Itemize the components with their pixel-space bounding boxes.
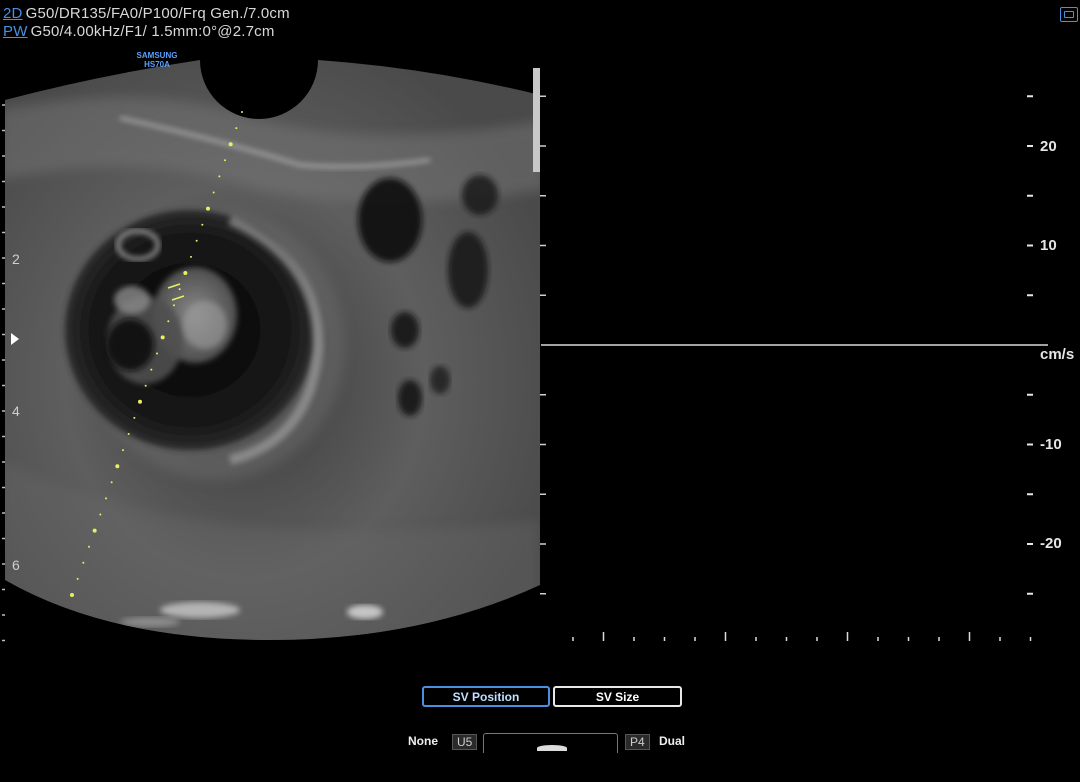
cursor-dot xyxy=(138,399,142,404)
cursor-dot xyxy=(160,335,165,340)
cursor-dot xyxy=(92,528,97,533)
cursor-dot xyxy=(183,271,188,275)
slider-knob[interactable] xyxy=(537,745,567,751)
pw-parameters: PW G50/4.00kHz/F1/ 1.5mm:0°@2.7cm xyxy=(3,23,275,40)
cursor-dot xyxy=(167,320,170,323)
cursor-dot xyxy=(218,175,221,178)
cursor-dot xyxy=(105,497,107,500)
cursor-dot xyxy=(195,239,198,242)
brand-logo: SAMSUNG HS70A xyxy=(130,51,184,69)
sv-size-button[interactable]: SV Size xyxy=(553,686,682,707)
velocity-label-neg20: -20 xyxy=(1040,535,1062,552)
cursor-dot xyxy=(212,191,215,194)
bmode-image xyxy=(5,60,540,640)
u5-button[interactable]: U5 xyxy=(452,734,478,750)
cursor-dot xyxy=(122,449,124,452)
setup-icon[interactable] xyxy=(1060,7,1078,22)
cursor-dot xyxy=(88,545,90,548)
brand-line2: HS70A xyxy=(144,60,170,69)
cursor-dot xyxy=(133,416,136,419)
cursor-dot xyxy=(224,159,226,162)
cursor-dot xyxy=(70,593,74,597)
cursor-dot xyxy=(144,384,147,387)
velocity-unit-label: cm/s xyxy=(1040,346,1075,363)
depth-label-6: 6 xyxy=(12,557,20,573)
cursor-dot xyxy=(235,127,238,130)
cursor-dot xyxy=(178,288,181,291)
velocity-label-10: 10 xyxy=(1040,237,1057,254)
cursor-dot xyxy=(156,352,158,355)
time-axis xyxy=(572,632,1032,641)
cursor-dot xyxy=(206,206,210,211)
depth-label-4: 4 xyxy=(12,403,20,419)
cursor-dot xyxy=(127,433,130,435)
dual-label: Dual xyxy=(659,734,686,748)
mode-2d-label[interactable]: 2D xyxy=(3,5,23,22)
bmode-parameters: 2D G50/DR135/FA0/P100/Frq Gen./7.0cm xyxy=(3,5,290,22)
cursor-dot xyxy=(115,464,120,469)
cursor-dot xyxy=(228,142,233,147)
cursor-dot xyxy=(201,223,204,226)
depth-scale xyxy=(2,104,5,642)
cursor-dot xyxy=(82,561,85,564)
sv-position-button[interactable]: SV Position xyxy=(422,686,550,707)
depth-label-2: 2 xyxy=(12,251,20,267)
cursor-dot xyxy=(241,111,243,113)
none-label: None xyxy=(408,734,438,748)
cursor-dot xyxy=(110,481,113,484)
cursor-dot xyxy=(76,577,79,580)
brand-line1: SAMSUNG xyxy=(136,51,178,60)
cursor-dot xyxy=(99,513,102,516)
mode-pw-label[interactable]: PW xyxy=(3,23,28,40)
ultrasound-display xyxy=(2,60,1048,642)
cursor-dot xyxy=(173,304,175,307)
pw-params-text: G50/4.00kHz/F1/ 1.5mm:0°@2.7cm xyxy=(30,23,275,40)
bmode-params-text: G50/DR135/FA0/P100/Frq Gen./7.0cm xyxy=(25,5,290,22)
cursor-dot xyxy=(190,255,192,258)
velocity-label-20: 20 xyxy=(1040,138,1057,155)
velocity-label-neg10: -10 xyxy=(1040,436,1062,453)
cursor-dot xyxy=(150,368,153,371)
p4-button[interactable]: P4 xyxy=(625,734,650,750)
